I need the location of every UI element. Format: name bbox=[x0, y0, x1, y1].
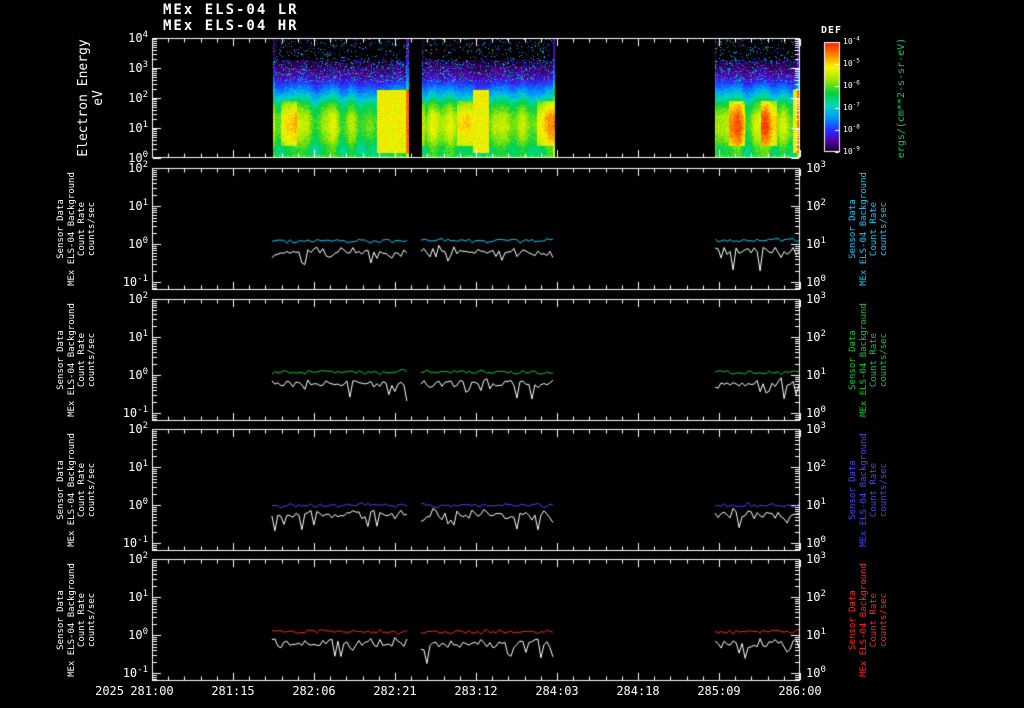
mex-els-spectrogram-page: MEx ELS-04 LR MEx ELS-04 HR DEF 2025 281… bbox=[0, 0, 1024, 708]
plot-canvas bbox=[0, 0, 1024, 708]
